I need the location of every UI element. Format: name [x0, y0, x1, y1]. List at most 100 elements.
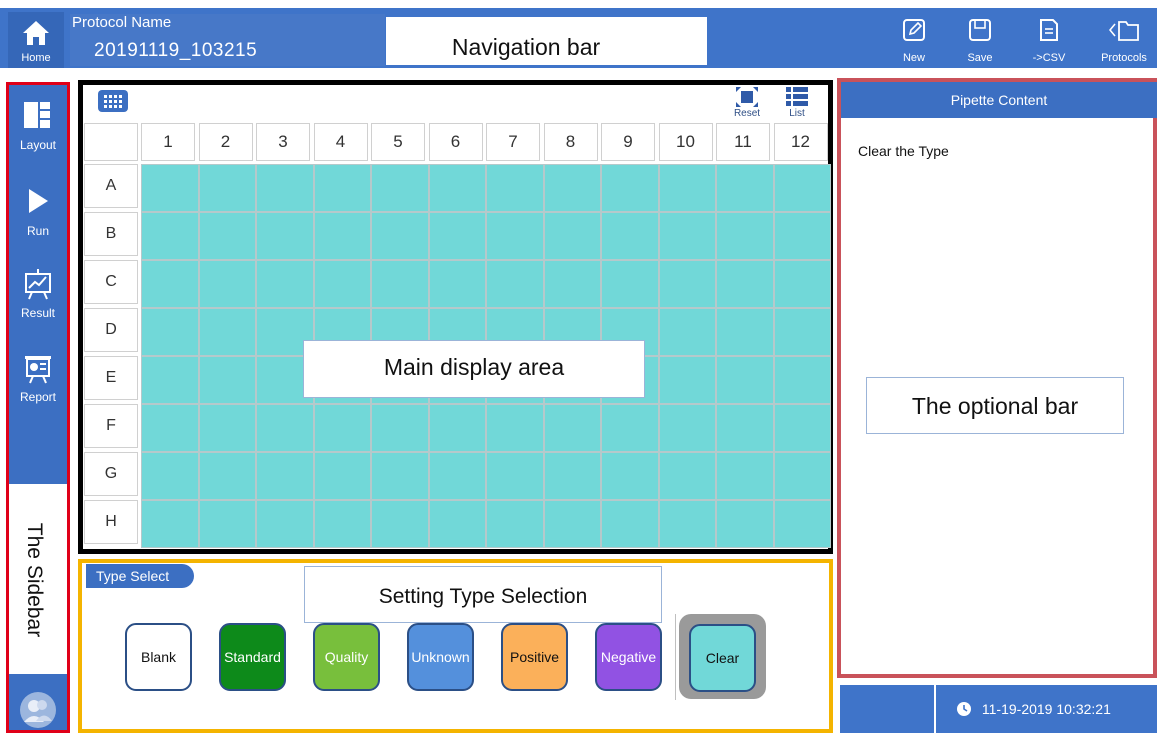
column-header[interactable]: 6 — [428, 123, 483, 161]
save-button[interactable]: Save — [953, 14, 1007, 66]
well-cell[interactable] — [773, 212, 831, 260]
well-cell[interactable] — [198, 212, 256, 260]
reset-button[interactable]: Reset — [727, 86, 767, 120]
well-cell[interactable] — [773, 452, 831, 500]
well-cell[interactable] — [601, 452, 659, 500]
well-cell[interactable] — [428, 452, 486, 500]
well-cell[interactable] — [256, 260, 314, 308]
well-cell[interactable] — [601, 500, 659, 548]
column-header[interactable]: 12 — [773, 123, 828, 161]
well-cell[interactable] — [486, 452, 544, 500]
column-header[interactable]: 11 — [716, 123, 770, 161]
column-header[interactable]: 3 — [256, 123, 310, 161]
home-button[interactable]: Home — [8, 12, 64, 68]
sidebar-item-result[interactable]: Result — [9, 262, 67, 334]
well-cell[interactable] — [486, 404, 544, 452]
well-cell[interactable] — [313, 164, 371, 212]
well-cell[interactable] — [601, 404, 659, 452]
well-cell[interactable] — [198, 260, 256, 308]
well-cell[interactable] — [428, 212, 486, 260]
list-button[interactable]: List — [777, 86, 817, 120]
clear-type-button[interactable]: Clear — [689, 624, 756, 692]
well-cell[interactable] — [141, 356, 199, 404]
row-header[interactable]: F — [84, 404, 138, 448]
well-cell[interactable] — [313, 500, 371, 548]
well-cell[interactable] — [543, 452, 601, 500]
well-cell[interactable] — [601, 164, 659, 212]
positive-type-button[interactable]: Positive — [501, 623, 568, 691]
well-cell[interactable] — [658, 164, 716, 212]
well-cell[interactable] — [256, 164, 314, 212]
well-cell[interactable] — [198, 308, 256, 356]
well-cell[interactable] — [141, 404, 199, 452]
column-header[interactable]: 7 — [486, 123, 540, 161]
row-header[interactable]: G — [84, 452, 138, 496]
well-cell[interactable] — [198, 164, 256, 212]
well-cell[interactable] — [141, 212, 199, 260]
sidebar-item-layout[interactable]: Layout — [9, 94, 67, 166]
well-cell[interactable] — [716, 212, 774, 260]
well-cell[interactable] — [198, 452, 256, 500]
column-header[interactable]: 1 — [141, 123, 195, 161]
well-cell[interactable] — [371, 164, 429, 212]
well-cell[interactable] — [371, 452, 429, 500]
well-cell[interactable] — [141, 164, 199, 212]
well-cell[interactable] — [371, 500, 429, 548]
keypad-icon[interactable] — [98, 90, 128, 112]
well-cell[interactable] — [716, 308, 774, 356]
well-cell[interactable] — [716, 452, 774, 500]
row-header[interactable]: A — [84, 164, 138, 208]
well-cell[interactable] — [486, 212, 544, 260]
well-cell[interactable] — [658, 308, 716, 356]
negative-type-button[interactable]: Negative — [595, 623, 662, 691]
well-cell[interactable] — [486, 500, 544, 548]
well-cell[interactable] — [428, 404, 486, 452]
well-cell[interactable] — [371, 260, 429, 308]
standard-type-button[interactable]: Standard — [219, 623, 286, 691]
blank-type-button[interactable]: Blank — [125, 623, 192, 691]
well-cell[interactable] — [716, 356, 774, 404]
well-cell[interactable] — [486, 164, 544, 212]
row-header[interactable]: B — [84, 212, 138, 256]
well-cell[interactable] — [141, 308, 199, 356]
well-cell[interactable] — [658, 212, 716, 260]
sidebar-item-report[interactable]: Report — [9, 346, 67, 418]
well-cell[interactable] — [256, 404, 314, 452]
well-cell[interactable] — [198, 500, 256, 548]
well-cell[interactable] — [543, 164, 601, 212]
protocols-button[interactable]: Protocols — [1094, 14, 1154, 66]
avatar[interactable] — [20, 692, 56, 728]
well-cell[interactable] — [658, 500, 716, 548]
well-cell[interactable] — [141, 500, 199, 548]
well-cell[interactable] — [773, 164, 831, 212]
well-cell[interactable] — [601, 260, 659, 308]
well-cell[interactable] — [256, 452, 314, 500]
well-cell[interactable] — [716, 260, 774, 308]
well-cell[interactable] — [543, 404, 601, 452]
well-cell[interactable] — [773, 404, 831, 452]
column-header[interactable]: 5 — [371, 123, 425, 161]
well-cell[interactable] — [198, 404, 256, 452]
well-cell[interactable] — [773, 308, 831, 356]
well-cell[interactable] — [313, 212, 371, 260]
well-cell[interactable] — [141, 260, 199, 308]
well-cell[interactable] — [371, 212, 429, 260]
well-cell[interactable] — [773, 500, 831, 548]
well-cell[interactable] — [371, 404, 429, 452]
well-cell[interactable] — [256, 212, 314, 260]
csv-button[interactable]: ->CSV — [1022, 14, 1076, 66]
well-cell[interactable] — [773, 260, 831, 308]
new-button[interactable]: New — [887, 14, 941, 66]
quality-type-button[interactable]: Quality — [313, 623, 380, 691]
row-header[interactable]: C — [84, 260, 138, 304]
well-cell[interactable] — [773, 356, 831, 404]
row-header[interactable]: D — [84, 308, 138, 352]
well-cell[interactable] — [313, 404, 371, 452]
well-cell[interactable] — [716, 500, 774, 548]
well-cell[interactable] — [141, 452, 199, 500]
well-cell[interactable] — [428, 260, 486, 308]
well-cell[interactable] — [428, 500, 486, 548]
column-header[interactable]: 10 — [658, 123, 713, 161]
column-header[interactable]: 8 — [543, 123, 598, 161]
well-cell[interactable] — [543, 212, 601, 260]
